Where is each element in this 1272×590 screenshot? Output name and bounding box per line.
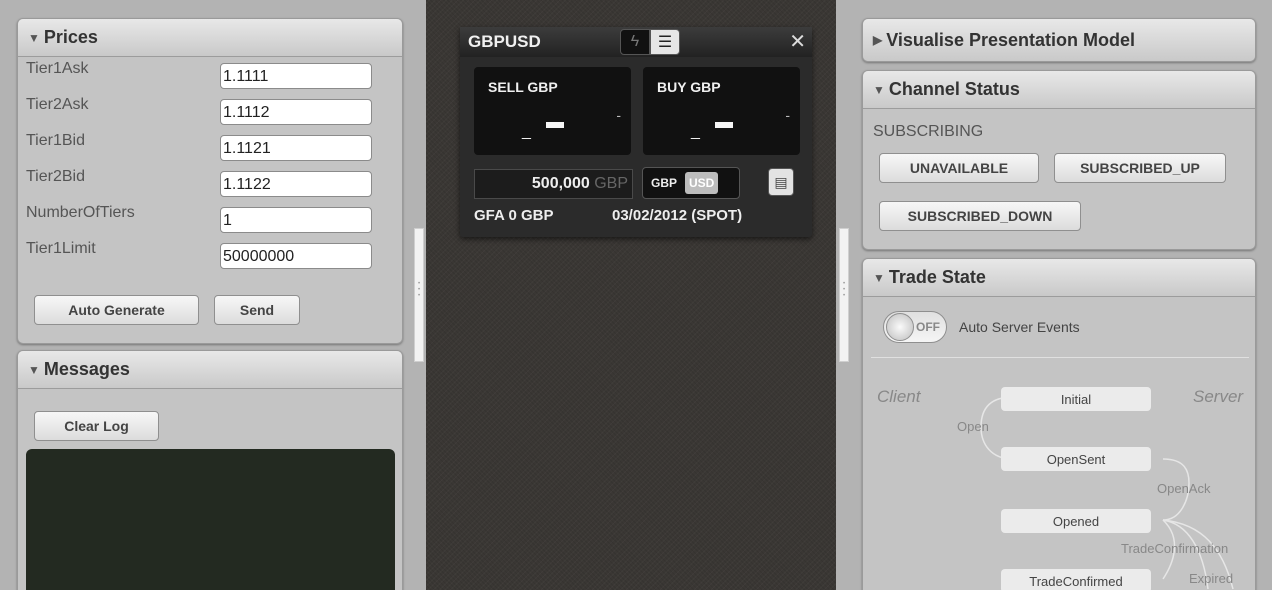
prices-panel: ▼ Prices Tier1Ask 1.1111 Tier2Ask 1.1112…	[17, 18, 403, 344]
field-row-tier1ask: Tier1Ask 1.1111	[26, 59, 386, 89]
field-label: Tier1Limit	[26, 240, 96, 257]
channel-status-title: Channel Status	[888, 79, 1020, 99]
buy-big-price: _	[691, 123, 700, 140]
edge-tradeconfirmation: TradeConfirmation	[1121, 541, 1229, 556]
lightning-icon[interactable]: ϟ	[620, 29, 650, 55]
notional-input[interactable]: 500,000 GBP	[474, 169, 633, 199]
left-splitter-handle[interactable]: • • •	[414, 228, 424, 362]
right-splitter-handle[interactable]: • • •	[839, 228, 849, 362]
channel-status-panel: ▼ Channel Status SUBSCRIBING UNAVAILABLE…	[862, 70, 1256, 250]
send-button[interactable]: Send	[214, 295, 300, 325]
buy-label: BUY GBP	[657, 79, 721, 95]
unavailable-button[interactable]: UNAVAILABLE	[879, 153, 1039, 183]
server-label: Server	[1193, 387, 1244, 406]
tier1limit-input[interactable]: 50000000	[220, 243, 372, 269]
messages-title: Messages	[43, 359, 130, 379]
edge-expired: Expired	[1189, 571, 1234, 586]
field-label: Tier1Bid	[26, 132, 85, 149]
visualise-panel: ▶ Visualise Presentation Model	[862, 18, 1256, 62]
expand-arrow-icon: ▶	[873, 33, 883, 47]
state-tradeconfirmed: TradeConfirmed	[1001, 569, 1151, 590]
buy-pips-placeholder	[715, 122, 733, 128]
subscribed-down-button[interactable]: SUBSCRIBED_DOWN	[879, 201, 1081, 231]
collapse-arrow-icon: ▼	[28, 30, 40, 45]
auto-generate-button[interactable]: Auto Generate	[34, 295, 199, 325]
field-label: Tier2Bid	[26, 168, 85, 185]
right-column: ▶ Visualise Presentation Model ▼ Channel…	[850, 0, 1272, 590]
channel-status-text: SUBSCRIBING	[873, 123, 984, 140]
messages-panel: ▼ Messages Clear Log	[17, 350, 403, 590]
sell-price-button[interactable]: SELL GBP - _	[474, 67, 631, 155]
channel-status-header[interactable]: ▼ Channel Status	[863, 71, 1255, 109]
visualise-title: Visualise Presentation Model	[886, 29, 1135, 50]
state-opensent: OpenSent	[1001, 447, 1151, 471]
ccy-option-usd[interactable]: USD	[685, 172, 719, 194]
sell-big-price: _	[522, 123, 531, 140]
field-label: NumberOfTiers	[26, 204, 135, 221]
tile-view-toggle: ϟ ☰	[620, 29, 680, 55]
field-row-numberoftiers: NumberOfTiers 1	[26, 203, 386, 233]
grip-icon: • • •	[418, 281, 421, 299]
fx-tile: GBPUSD ϟ ☰ ✕ SELL GBP - _ BUY GBP - _ 50…	[460, 27, 812, 237]
ccy-option-gbp[interactable]: GBP	[647, 172, 681, 194]
close-icon[interactable]: ✕	[789, 29, 806, 54]
collapse-arrow-icon: ▼	[28, 362, 40, 377]
field-row-tier1limit: Tier1Limit 50000000	[26, 239, 386, 269]
grip-icon: • • •	[843, 281, 846, 299]
menu-icon[interactable]: ▤	[768, 168, 794, 196]
state-initial: Initial	[1001, 387, 1151, 411]
field-label: Tier1Ask	[26, 60, 89, 77]
clear-log-button[interactable]: Clear Log	[34, 411, 159, 441]
buy-price-button[interactable]: BUY GBP - _	[643, 67, 800, 155]
prices-header[interactable]: ▼ Prices	[18, 19, 402, 57]
left-column: ▼ Prices Tier1Ask 1.1111 Tier2Ask 1.1112…	[0, 0, 412, 590]
sell-small-price: -	[616, 107, 621, 123]
subscribed-up-button[interactable]: SUBSCRIBED_UP	[1054, 153, 1226, 183]
tier2bid-input[interactable]: 1.1122	[220, 171, 372, 197]
state-opened: Opened	[1001, 509, 1151, 533]
tier2ask-input[interactable]: 1.1112	[220, 99, 372, 125]
sell-label: SELL GBP	[488, 79, 558, 95]
tier1ask-input[interactable]: 1.1111	[220, 63, 372, 89]
tier1bid-input[interactable]: 1.1121	[220, 135, 372, 161]
message-log[interactable]	[26, 449, 395, 590]
settlement-date: 03/02/2012 (SPOT)	[612, 207, 743, 224]
buy-small-price: -	[785, 107, 790, 123]
tile-title: GBPUSD	[468, 32, 541, 51]
notional-value: 500,000	[531, 175, 590, 192]
numberoftiers-input[interactable]: 1	[220, 207, 372, 233]
edge-open: Open	[957, 419, 989, 434]
collapse-arrow-icon: ▼	[873, 82, 885, 97]
field-row-tier2bid: Tier2Bid 1.1122	[26, 167, 386, 197]
trade-state-panel: ▼ Trade State OFF Auto Server Events Cli…	[862, 258, 1256, 590]
field-row-tier1bid: Tier1Bid 1.1121	[26, 131, 386, 161]
client-label: Client	[877, 387, 921, 406]
sell-pips-placeholder	[546, 122, 564, 128]
tile-header: GBPUSD ϟ ☰ ✕	[460, 27, 812, 57]
messages-header[interactable]: ▼ Messages	[18, 351, 402, 389]
notional-ccy: GBP	[594, 175, 628, 192]
ladder-icon[interactable]: ☰	[650, 29, 680, 55]
edge-openack: OpenAck	[1157, 481, 1211, 496]
field-row-tier2ask: Tier2Ask 1.1112	[26, 95, 386, 125]
gfa-text: GFA 0 GBP	[474, 207, 554, 224]
field-label: Tier2Ask	[26, 96, 89, 113]
visualise-header[interactable]: ▶ Visualise Presentation Model	[863, 19, 1255, 61]
prices-title: Prices	[43, 27, 98, 47]
currency-toggle: GBP USD	[642, 167, 740, 199]
